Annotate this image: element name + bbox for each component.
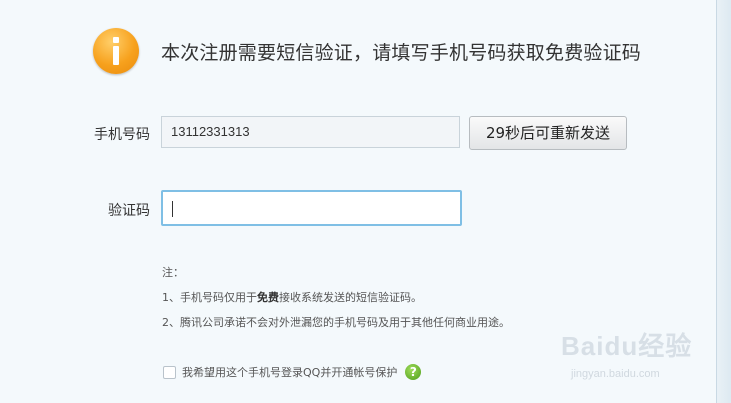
notes-title: 注： bbox=[162, 266, 184, 279]
resend-code-button[interactable]: 29秒后可重新发送 bbox=[469, 116, 627, 150]
sms-verification-message: 本次注册需要短信验证，请填写手机号码获取免费验证码 bbox=[161, 42, 642, 64]
notes: 注： 1、手机号码仅用于免费接收系统发送的短信验证码。 2、腾讯公司承诺不会对外… bbox=[162, 266, 510, 341]
qq-protection-checkbox[interactable] bbox=[163, 365, 176, 379]
watermark-url: jingyan.baidu.com bbox=[571, 368, 660, 380]
text-caret bbox=[172, 201, 173, 217]
note-item-1: 1、手机号码仅用于免费接收系统发送的短信验证码。 bbox=[162, 291, 422, 304]
info-icon bbox=[93, 28, 139, 74]
qq-protection-label[interactable]: 我希望用这个手机号登录QQ并开通帐号保护 bbox=[182, 366, 397, 379]
window-right-border bbox=[716, 0, 731, 403]
watermark-logo: Baidu经验 bbox=[561, 331, 693, 361]
phone-input[interactable]: 13112331313 bbox=[161, 116, 460, 148]
note-item-2: 2、腾讯公司承诺不会对外泄漏您的手机号码及用于其他任何商业用途。 bbox=[162, 316, 510, 329]
verification-code-input[interactable] bbox=[161, 190, 462, 226]
qq-protection-option: 我希望用这个手机号登录QQ并开通帐号保护? bbox=[163, 364, 422, 380]
code-label: 验证码 bbox=[108, 203, 150, 219]
help-icon[interactable]: ? bbox=[405, 364, 422, 380]
note-free-text: 免费 bbox=[257, 291, 279, 304]
phone-label: 手机号码 bbox=[94, 127, 150, 143]
